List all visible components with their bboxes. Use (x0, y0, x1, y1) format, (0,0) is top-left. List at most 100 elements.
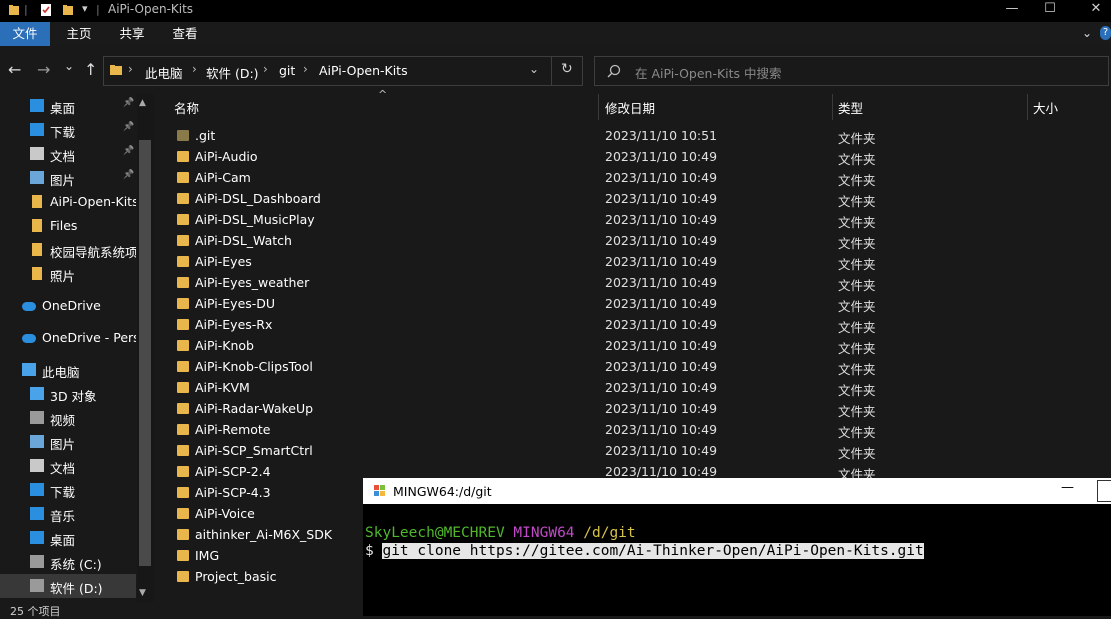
file-type: 文件夹 (838, 152, 876, 167)
up-button[interactable]: ↑ (84, 60, 97, 79)
refresh-icon[interactable]: ↻ (561, 61, 573, 77)
table-row[interactable]: AiPi-Eyes-DU 2023/11/10 10:49 文件夹 (155, 293, 1095, 314)
tab-view[interactable]: 查看 (164, 22, 206, 46)
terminal-command-line[interactable]: $ git clone https://gitee.com/Ai-Thinker… (365, 543, 924, 559)
file-name: AiPi-SCP_SmartCtrl (195, 443, 313, 458)
table-row[interactable]: AiPi-Audio 2023/11/10 10:49 文件夹 (155, 146, 1095, 167)
folder-icon (177, 508, 189, 519)
sidebar-item[interactable]: 视频 (0, 406, 136, 430)
table-row[interactable]: .git 2023/11/10 10:51 文件夹 (155, 125, 1095, 146)
prompt-user: SkyLeech@MECHREV (365, 525, 505, 541)
table-row[interactable]: AiPi-Eyes 2023/11/10 10:49 文件夹 (155, 251, 1095, 272)
table-row[interactable]: AiPi-Knob-ClipsTool 2023/11/10 10:49 文件夹 (155, 356, 1095, 377)
close-button[interactable]: ✕ (1073, 0, 1111, 22)
sidebar-item[interactable]: Files (0, 214, 136, 238)
sidebar-item[interactable]: 图片 📌 (0, 166, 136, 190)
forward-button[interactable]: → (37, 60, 50, 79)
sidebar-item[interactable]: 桌面 (0, 526, 136, 550)
customize-quick-access-icon[interactable]: ▾ (82, 2, 88, 15)
table-row[interactable]: AiPi-Knob 2023/11/10 10:49 文件夹 (155, 335, 1095, 356)
chevron-right-icon[interactable]: › (192, 62, 197, 76)
file-name: AiPi-Cam (195, 170, 251, 185)
recent-locations-button[interactable]: ⌄ (64, 59, 74, 73)
sort-ascending-icon: ^ (378, 88, 388, 101)
terminal-minimize-button[interactable]: — (1061, 480, 1074, 495)
sidebar-item[interactable]: 照片 (0, 262, 136, 286)
desktop-icon (30, 99, 44, 112)
table-row[interactable]: AiPi-SCP_SmartCtrl 2023/11/10 10:49 文件夹 (155, 440, 1095, 461)
sidebar-item-label: 桌面 (50, 533, 76, 548)
file-modified: 2023/11/10 10:49 (605, 380, 718, 395)
sidebar-item[interactable]: 3D 对象 (0, 382, 136, 406)
table-row[interactable]: AiPi-Remote 2023/11/10 10:49 文件夹 (155, 419, 1095, 440)
scroll-down-icon[interactable]: ▼ (139, 588, 146, 598)
sidebar-item[interactable]: 文档 📌 (0, 142, 136, 166)
sidebar-item[interactable]: 下载 (0, 478, 136, 502)
terminal-maximize-button[interactable] (1097, 480, 1111, 502)
table-row[interactable]: AiPi-KVM 2023/11/10 10:49 文件夹 (155, 377, 1095, 398)
sidebar-item[interactable]: OneDrive (0, 294, 136, 318)
address-dropdown-icon[interactable]: ⌄ (529, 62, 539, 76)
sidebar-item[interactable]: 校园导航系统项 (0, 238, 136, 262)
terminal-command[interactable]: git clone https://gitee.com/Ai-Thinker-O… (382, 543, 924, 559)
sidebar-item-label: 下载 (50, 485, 76, 500)
sidebar-item[interactable]: 软件 (D:) (0, 574, 136, 598)
help-icon[interactable]: ? (1100, 26, 1111, 40)
sidebar-scrollbar-thumb[interactable] (139, 140, 151, 566)
pin-icon[interactable]: 📌 (123, 146, 134, 156)
terminal-title-bar[interactable]: MINGW64:/d/git — (363, 478, 1111, 504)
back-button[interactable]: ← (8, 60, 21, 79)
sidebar-item[interactable]: OneDrive - Perso (0, 326, 136, 350)
table-row[interactable]: AiPi-DSL_Dashboard 2023/11/10 10:49 文件夹 (155, 188, 1095, 209)
file-name: AiPi-SCP-2.4 (195, 464, 271, 479)
sidebar-item[interactable]: 此电脑 (0, 358, 136, 382)
tab-share[interactable]: 共享 (111, 22, 153, 46)
sidebar-item[interactable]: 桌面 📌 (0, 94, 136, 118)
maximize-button[interactable]: ☐ (1027, 0, 1073, 22)
folder-icon (177, 445, 189, 456)
table-row[interactable]: AiPi-Eyes-Rx 2023/11/10 10:49 文件夹 (155, 314, 1095, 335)
breadcrumb-this-pc[interactable]: 此电脑 (145, 63, 183, 82)
tab-file[interactable]: 文件 (0, 22, 50, 46)
table-row[interactable]: AiPi-Cam 2023/11/10 10:49 文件夹 (155, 167, 1095, 188)
sidebar-item[interactable]: 文档 (0, 454, 136, 478)
column-header-type[interactable]: 类型 (838, 98, 863, 117)
table-row[interactable]: AiPi-Radar-WakeUp 2023/11/10 10:49 文件夹 (155, 398, 1095, 419)
folder-icon (177, 298, 189, 309)
scroll-up-icon[interactable]: ▲ (139, 98, 146, 108)
sidebar-item[interactable]: 系统 (C:) (0, 550, 136, 574)
column-divider[interactable] (832, 94, 833, 120)
address-bar[interactable]: › 此电脑 › 软件 (D:) › git › AiPi-Open-Kits ⌄… (103, 56, 583, 86)
terminal-window[interactable]: MINGW64:/d/git — SkyLeech@MECHREV MINGW6… (363, 478, 1111, 616)
column-header-name[interactable]: 名称 (174, 98, 199, 117)
file-type: 文件夹 (838, 425, 876, 440)
pin-icon[interactable]: 📌 (123, 170, 134, 180)
tab-home[interactable]: 主页 (58, 22, 100, 46)
table-row[interactable]: AiPi-Eyes_weather 2023/11/10 10:49 文件夹 (155, 272, 1095, 293)
breadcrumb-drive-d[interactable]: 软件 (D:) (206, 63, 259, 82)
table-row[interactable]: AiPi-DSL_MusicPlay 2023/11/10 10:49 文件夹 (155, 209, 1095, 230)
column-divider[interactable] (598, 94, 599, 120)
expand-ribbon-icon[interactable]: ⌄ (1082, 26, 1092, 40)
column-header-modified[interactable]: 修改日期 (605, 98, 655, 117)
table-row[interactable]: AiPi-DSL_Watch 2023/11/10 10:49 文件夹 (155, 230, 1095, 251)
chevron-right-icon[interactable]: › (263, 62, 268, 76)
file-name: AiPi-DSL_Watch (195, 233, 292, 248)
sidebar-item[interactable]: 图片 (0, 430, 136, 454)
search-box[interactable]: 在 AiPi-Open-Kits 中搜索 (594, 56, 1109, 86)
pin-icon[interactable]: 📌 (123, 98, 134, 108)
folder-icon (177, 487, 189, 498)
column-header-size[interactable]: 大小 (1033, 98, 1058, 117)
sidebar-item[interactable]: AiPi-Open-Kits (0, 190, 136, 214)
breadcrumb-git[interactable]: git (279, 63, 295, 78)
pin-icon[interactable]: 📌 (123, 122, 134, 132)
column-divider[interactable] (1027, 94, 1028, 120)
breadcrumb-aipi-open-kits[interactable]: AiPi-Open-Kits (319, 63, 408, 78)
new-folder-icon[interactable] (62, 3, 74, 17)
sidebar-item[interactable]: 音乐 (0, 502, 136, 526)
chevron-right-icon[interactable]: › (128, 62, 133, 76)
sidebar-item[interactable]: 下载 📌 (0, 118, 136, 142)
properties-icon[interactable] (40, 3, 52, 17)
file-modified: 2023/11/10 10:49 (605, 296, 718, 311)
chevron-right-icon[interactable]: › (303, 62, 308, 76)
